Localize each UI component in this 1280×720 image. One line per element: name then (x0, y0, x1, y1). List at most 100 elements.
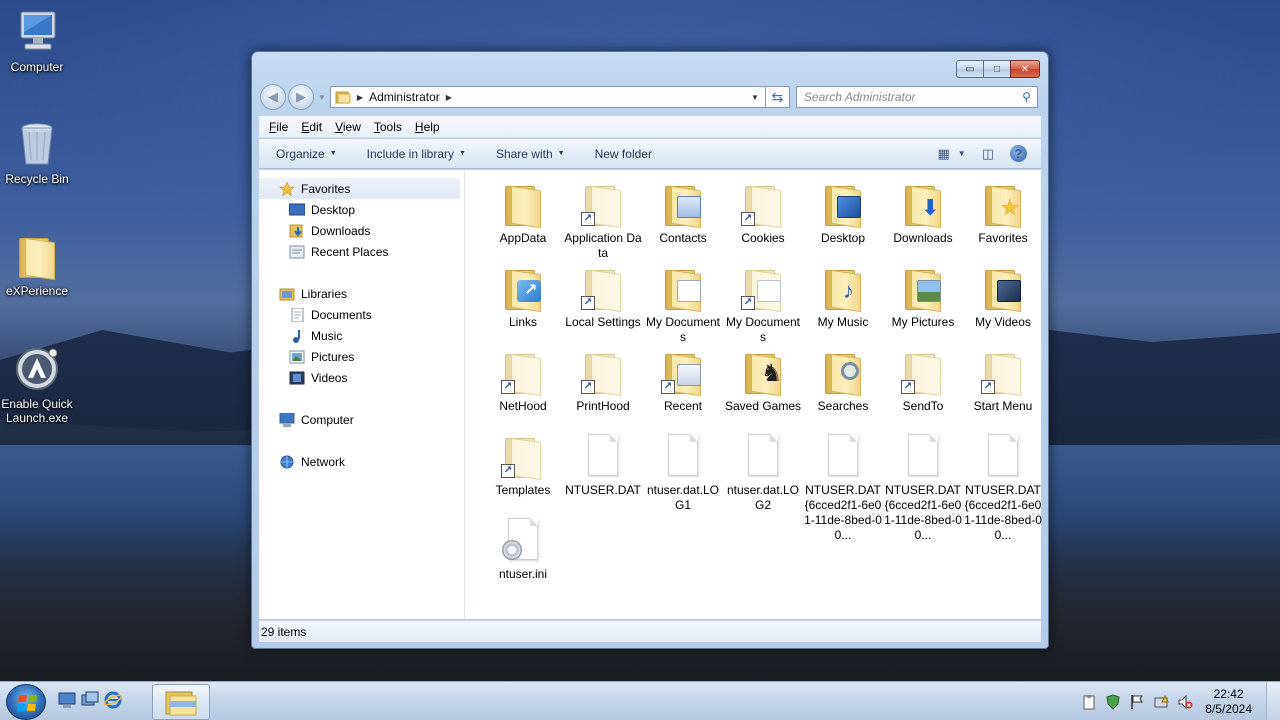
folder-item[interactable]: ↗ PrintHood (563, 348, 643, 414)
folder-item[interactable]: ↗ Recent (643, 348, 723, 414)
change-view-icon[interactable]: ▦ (937, 146, 949, 162)
maximize-button[interactable]: □ (983, 60, 1010, 78)
new-folder-button[interactable]: New folder (595, 147, 652, 161)
explorer-window[interactable]: ▭ □ ✕ ◀ ▶ ▼ ▶ Administrator ▶ ▼ ⇆ Search… (251, 51, 1049, 649)
folder-item[interactable]: My Videos (963, 264, 1043, 330)
help-icon[interactable]: ? (1010, 145, 1027, 162)
folder-icon (899, 264, 947, 313)
file-item[interactable]: ntuser.dat.LOG1 (643, 432, 723, 513)
organize-button[interactable]: Organize ▼ (276, 147, 337, 161)
internet-explorer-icon[interactable] (103, 691, 123, 709)
volume-muted-icon[interactable] (1177, 694, 1193, 710)
folder-item[interactable]: ↗ Links (483, 264, 563, 330)
folder-item[interactable]: ↗ NetHood (483, 348, 563, 414)
breadcrumb-chevron-icon[interactable]: ▶ (446, 93, 452, 102)
nav-network[interactable]: Network (259, 451, 464, 472)
breadcrumb-separator-icon: ▶ (356, 92, 364, 102)
nav-recent-places[interactable]: Recent Places (259, 241, 464, 262)
nav-videos[interactable]: Videos (259, 367, 464, 388)
folder-item[interactable]: My Documents (643, 264, 723, 345)
back-button[interactable]: ◀ (260, 84, 286, 110)
nav-documents[interactable]: Documents (259, 304, 464, 325)
forward-button[interactable]: ▶ (288, 84, 314, 110)
folder-icon: ↗ (579, 264, 627, 313)
folder-item[interactable]: ♪ My Music (803, 264, 883, 330)
desktop-icon-label: Enable Quick Launch.exe (1, 397, 73, 425)
action-center-flag-icon[interactable] (1129, 694, 1145, 710)
nav-downloads[interactable]: Downloads (259, 220, 464, 241)
search-input[interactable]: Search Administrator ⚲ (795, 86, 1038, 108)
folder-item[interactable]: My Pictures (883, 264, 963, 330)
network-warning-icon[interactable] (1153, 694, 1170, 710)
nav-computer[interactable]: Computer (259, 409, 464, 430)
folder-item[interactable]: ↗ Start Menu (963, 348, 1043, 414)
menu-edit[interactable]: Edit (301, 120, 322, 134)
switch-windows-icon[interactable] (81, 691, 99, 709)
address-bar[interactable]: ▶ Administrator ▶ ▼ (329, 86, 766, 108)
start-button[interactable] (6, 684, 46, 720)
refresh-button[interactable]: ⇆ (765, 86, 790, 108)
include-in-library-button[interactable]: Include in library ▼ (367, 147, 466, 161)
file-list[interactable]: AppData ↗ Application Data Contacts ↗ Cookies… (465, 170, 1043, 619)
clipboard-icon[interactable] (1081, 694, 1097, 710)
folder-icon: ↗ (739, 264, 787, 313)
folder-item[interactable]: ★ Favorites (963, 180, 1043, 246)
menu-file[interactable]: File (269, 120, 288, 134)
menu-help[interactable]: Help (415, 120, 440, 134)
folder-item[interactable]: Contacts (643, 180, 723, 246)
folder-item[interactable]: ⬇ Downloads (883, 180, 963, 246)
search-placeholder: Search Administrator (803, 90, 916, 104)
nav-libraries[interactable]: Libraries (259, 283, 464, 304)
share-with-button[interactable]: Share with ▼ (496, 147, 565, 161)
close-button[interactable]: ✕ (1010, 60, 1040, 78)
desktop-icon-recycle-bin[interactable]: Recycle Bin (0, 120, 77, 186)
folder-item[interactable]: ↗ My Documents (723, 264, 803, 345)
folder-item[interactable]: ♞ Saved Games (723, 348, 803, 414)
taskbar-windows-explorer[interactable] (152, 684, 210, 720)
folder-item[interactable]: Desktop (803, 180, 883, 246)
minimize-button[interactable]: ▭ (956, 60, 983, 78)
desktop-icon-enable-quick-launch[interactable]: Enable Quick Launch.exe (0, 345, 77, 425)
navigation-pane[interactable]: Favorites Desktop Downloads Recent Place… (259, 170, 465, 619)
file-item[interactable]: NTUSER.DAT{6cced2f1-6e01-11de-8bed-00... (883, 432, 963, 543)
folder-item[interactable]: AppData (483, 180, 563, 246)
folder-item[interactable]: ↗ SendTo (883, 348, 963, 414)
file-item[interactable]: ntuser.ini (483, 516, 563, 582)
folder-item[interactable]: ↗ Application Data (563, 180, 643, 261)
security-shield-icon[interactable] (1105, 693, 1121, 710)
view-options-dropdown-icon[interactable]: ▼ (958, 149, 966, 158)
show-desktop-button[interactable] (1266, 682, 1280, 720)
shortcut-arrow-icon: ↗ (581, 212, 595, 226)
nav-music[interactable]: Music (259, 325, 464, 346)
breadcrumb-administrator[interactable]: Administrator (369, 90, 440, 104)
recent-pages-dropdown[interactable]: ▼ (318, 93, 326, 102)
videos-icon (289, 371, 305, 385)
file-item[interactable]: ntuser.dat.LOG2 (723, 432, 803, 513)
folder-item[interactable]: ↗ Templates (483, 432, 563, 498)
folder-item[interactable]: Searches (803, 348, 883, 414)
item-label: Cookies (741, 231, 785, 245)
nav-favorites[interactable]: Favorites (259, 178, 460, 199)
menu-view[interactable]: View (335, 120, 361, 134)
file-item[interactable]: NTUSER.DAT{6cced2f1-6e01-11de-8bed-00... (803, 432, 883, 543)
search-icon[interactable]: ⚲ (1022, 90, 1031, 104)
folder-icon: ↗ (899, 348, 947, 397)
desktop-icon-computer[interactable]: Computer (0, 8, 77, 74)
menu-tools[interactable]: Tools (374, 120, 402, 134)
desktop-icon-experience[interactable]: eXPerience (0, 232, 77, 298)
file-item[interactable]: NTUSER.DAT (563, 432, 643, 498)
windows-logo-icon (16, 695, 38, 711)
preview-pane-icon[interactable]: ◫ (982, 146, 994, 162)
file-item[interactable]: NTUSER.DAT{6cced2f1-6e01-11de-8bed-00... (963, 432, 1043, 543)
folder-item[interactable]: ↗ Local Settings (563, 264, 643, 330)
nav-pictures[interactable]: Pictures (259, 346, 464, 367)
item-label: Links (508, 315, 537, 329)
system-clock[interactable]: 22:42 8/5/2024 (1205, 687, 1252, 717)
nav-desktop[interactable]: Desktop (259, 199, 464, 220)
item-label: SendTo (902, 399, 944, 413)
forward-arrow-icon: ▶ (296, 89, 306, 104)
address-dropdown-icon[interactable]: ▼ (751, 93, 759, 102)
show-desktop-quicklaunch-icon[interactable] (58, 691, 76, 709)
folder-item[interactable]: ↗ Cookies (723, 180, 803, 246)
item-label: Templates (495, 483, 551, 497)
